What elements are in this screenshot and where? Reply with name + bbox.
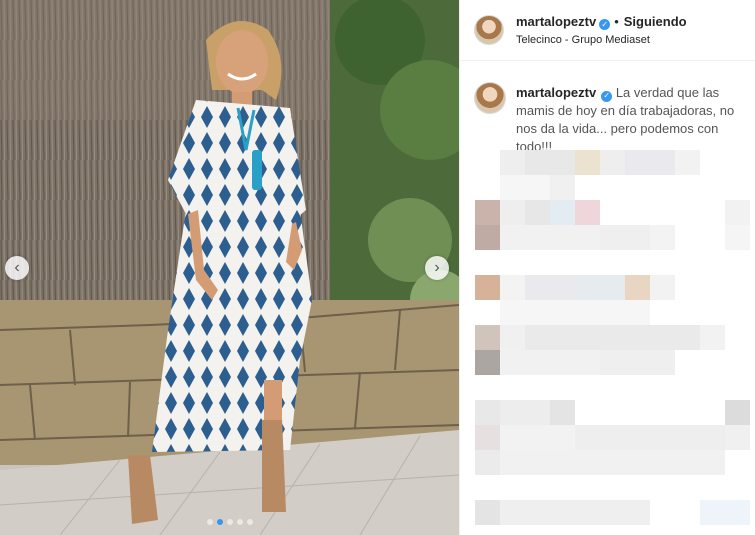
separator-dot: •	[614, 14, 619, 29]
pixelated-block	[475, 450, 500, 475]
pixelated-block	[725, 400, 750, 425]
pixelated-block	[500, 425, 575, 450]
pixelated-block	[500, 275, 525, 300]
pixelated-block	[675, 150, 700, 175]
pixelated-block	[500, 400, 550, 425]
pixelated-block	[575, 200, 600, 225]
pixelated-block	[525, 275, 575, 300]
post-caption: martalopeztv ✓ La verdad que las mamis de…	[516, 84, 748, 156]
pixelated-block	[550, 400, 575, 425]
carousel-prev-button[interactable]: ‹	[5, 256, 29, 280]
chevron-left-icon: ‹	[14, 259, 20, 276]
chevron-right-icon: ›	[434, 259, 440, 276]
pixelated-block	[525, 200, 550, 225]
pixelated-block	[625, 150, 675, 175]
pixelated-block	[500, 150, 525, 175]
pixelated-block	[500, 450, 725, 475]
pixelated-block	[525, 150, 575, 175]
verified-badge-icon: ✓	[599, 19, 611, 30]
pixelated-block	[500, 200, 525, 225]
pixelated-block	[475, 325, 500, 350]
pixelated-block	[725, 425, 750, 450]
pixelated-block	[475, 500, 500, 525]
following-button[interactable]: Siguiendo	[624, 14, 687, 29]
pixelated-block	[650, 225, 675, 250]
pixelated-block	[475, 350, 500, 375]
username-link[interactable]: martalopeztv	[516, 14, 596, 29]
pixelated-block	[600, 225, 650, 250]
pixelated-block	[575, 425, 725, 450]
pixelated-block	[575, 150, 600, 175]
pixelated-block	[500, 500, 650, 525]
avatar[interactable]	[474, 15, 504, 45]
pixelated-block	[525, 325, 700, 350]
pixelated-block	[725, 225, 750, 250]
carousel-dot	[216, 519, 223, 525]
pixelated-block	[700, 325, 725, 350]
caption-username-link[interactable]: martalopeztv	[516, 85, 596, 100]
carousel-dot	[246, 519, 253, 525]
photo-illustration	[0, 0, 459, 535]
pixelated-block	[625, 275, 650, 300]
carousel-next-button[interactable]: ›	[425, 256, 449, 280]
pixelated-block	[650, 275, 675, 300]
pixelated-block	[500, 175, 550, 200]
pixelated-block	[475, 400, 500, 425]
caption-avatar[interactable]	[474, 82, 506, 114]
pixelated-block	[500, 225, 600, 250]
carousel-dot	[206, 519, 213, 525]
pixelated-block	[500, 325, 525, 350]
verified-badge-icon: ✓	[601, 90, 613, 102]
pixelated-block	[500, 300, 650, 325]
pixelated-block	[475, 425, 500, 450]
pixelated-block	[700, 500, 750, 525]
carousel-dot	[236, 519, 243, 525]
pixelated-block	[575, 275, 625, 300]
post-photo[interactable]: ‹ ›	[0, 0, 459, 535]
pixelated-block	[500, 350, 600, 375]
carousel-dots	[0, 519, 459, 525]
carousel-dot	[226, 519, 233, 525]
pixelated-block	[475, 275, 500, 300]
pixelated-block	[600, 150, 625, 175]
location-link[interactable]: Telecinco - Grupo Mediaset	[516, 34, 650, 46]
post-header: martalopeztv ✓ • Siguiendo Telecinco - Grup…	[460, 0, 755, 61]
pixelated-block	[475, 200, 500, 225]
pixelated-block	[475, 225, 500, 250]
pixelated-block	[550, 175, 575, 200]
pixelated-block	[550, 200, 575, 225]
pixelated-block	[600, 350, 675, 375]
pixelated-block	[725, 200, 750, 225]
post-side-panel: martalopeztv ✓ • Siguiendo Telecinco - Grup…	[459, 0, 755, 535]
